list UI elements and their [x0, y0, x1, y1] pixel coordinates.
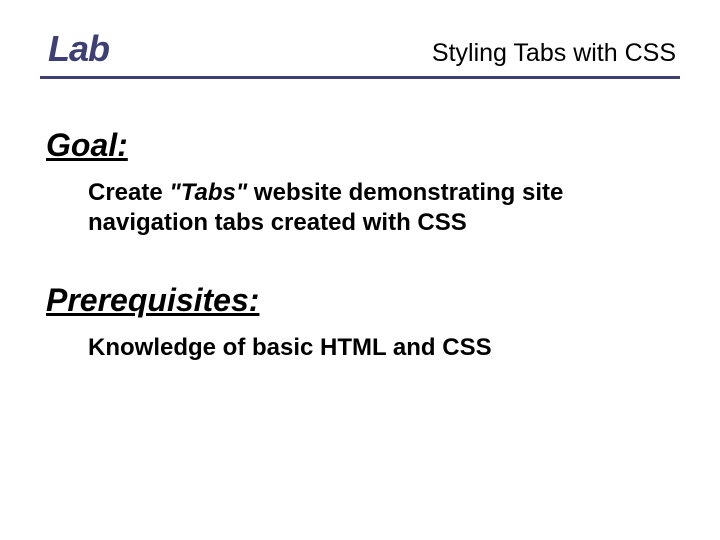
lab-label: Lab	[48, 28, 109, 70]
goal-text-prefix: Create	[88, 179, 169, 206]
slide-title: Styling Tabs with CSS	[432, 39, 676, 68]
goal-body: Create "Tabs" website demonstrating site…	[88, 178, 650, 238]
prerequisites-body: Knowledge of basic HTML and CSS	[88, 333, 680, 363]
goal-text-emphasis: "Tabs"	[169, 179, 247, 206]
slide-header: Lab Styling Tabs with CSS	[40, 28, 680, 79]
prerequisites-heading: Prerequisites:	[46, 282, 680, 319]
goal-heading: Goal:	[46, 127, 680, 164]
